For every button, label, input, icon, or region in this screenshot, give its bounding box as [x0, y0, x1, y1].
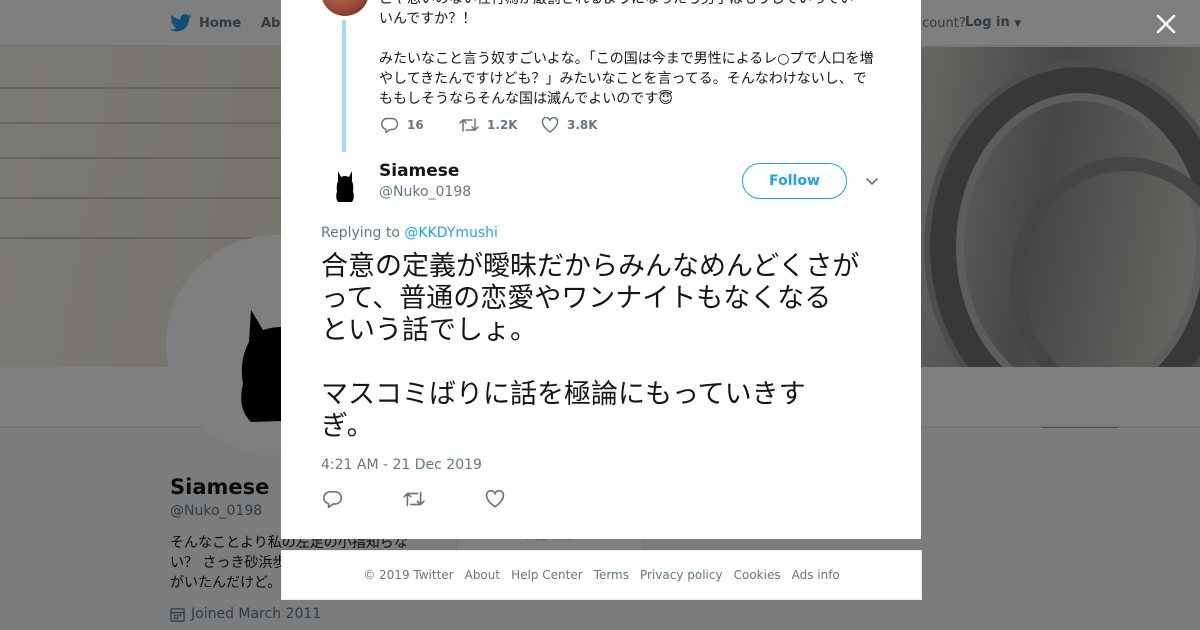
tweet-text-line: マスコミばりに話を極論にもっていきす [321, 379, 806, 410]
retweet-icon [459, 118, 479, 132]
smiling-halo-emoji: 😇 [658, 91, 673, 107]
tweet-modal: こや思いのない性行為が厳罰されるようになったら男子はもうしていってい いんですか… [281, 0, 921, 539]
thread-connector [342, 20, 346, 152]
chevron-down-icon [866, 178, 878, 185]
like-count: 3.8K [567, 118, 598, 132]
tweet-text: 合意の定義が曖昧だからみんなめんどくさが って、普通の恋愛やワンナイトもなくなる… [321, 251, 891, 443]
retweet-count: 1.2K [487, 118, 518, 132]
replying-prefix: Replying to [321, 225, 400, 241]
parent-tweet-line-last: ももしそうならそんな国は滅んでよいのです😇 [379, 89, 889, 109]
footer-ads-link[interactable]: Ads info [792, 568, 840, 582]
footer-copyright: © 2019 Twitter [363, 568, 454, 582]
follow-button[interactable]: Follow [742, 163, 847, 199]
modal-footer: © 2019 Twitter About Help Center Terms P… [281, 550, 922, 600]
heart-icon [541, 117, 559, 133]
reply-count: 16 [407, 118, 424, 132]
footer-help-link[interactable]: Help Center [511, 568, 583, 582]
footer-cookies-link[interactable]: Cookies [734, 568, 781, 582]
parent-tweet-line: やしてきたんですけども？」みたいなことを言ってる。そんなわけないし、で [379, 71, 867, 87]
close-button[interactable] [1152, 10, 1180, 38]
parent-tweet-text: こや思いのない性行為が厳罰されるようになったら男子はもうしていってい いんですか… [379, 0, 889, 109]
parent-tweet-line: みたいなこと言う奴すごいよな。「この国は今まで男性によるレ○プで人口を増 [379, 51, 874, 67]
footer-terms-link[interactable]: Terms [594, 568, 629, 582]
black-cat-icon [336, 171, 354, 202]
tweet-options-button[interactable] [864, 173, 880, 189]
parent-tweet-line: ももしそうならそんな国は滅んでよいのです [379, 91, 659, 107]
like-button[interactable] [485, 489, 505, 512]
reply-button[interactable] [323, 490, 343, 512]
retweet-button[interactable] [403, 490, 425, 512]
close-icon [1156, 14, 1176, 34]
replying-to: Replying to @KKDYmushi [321, 225, 498, 241]
author-avatar[interactable] [321, 158, 369, 206]
parent-tweet-actions: 16 1.2K 3.8K [381, 117, 598, 133]
author-handle[interactable]: @Nuko_0198 [379, 184, 471, 200]
tweet-text-line: 合意の定義が曖昧だからみんなめんどくさが [321, 251, 860, 282]
tweet-actions [323, 489, 505, 512]
tweet-timestamp[interactable]: 4:21 AM - 21 Dec 2019 [321, 457, 482, 473]
reply-icon [381, 117, 399, 133]
author-name[interactable]: Siamese [379, 161, 459, 181]
tweet-text-line: って、普通の恋愛やワンナイトもなくなる [321, 283, 832, 314]
retweet-icon [403, 491, 425, 507]
parent-like-action[interactable]: 3.8K [541, 117, 598, 133]
parent-tweet-line: こや思いのない性行為が厳罰されるようになったら男子はもうしていってい [379, 0, 889, 9]
tweet-text-line: ぎ。 [321, 411, 374, 442]
replying-handle-link[interactable]: @KKDYmushi [404, 225, 498, 241]
tweet-text-line: という話でしょ。 [321, 315, 537, 346]
parent-reply-action[interactable]: 16 [381, 117, 459, 133]
reply-icon [323, 490, 343, 509]
heart-icon [485, 489, 505, 508]
parent-retweet-action[interactable]: 1.2K [459, 117, 541, 133]
parent-tweet-line: いんですか？！ [379, 11, 477, 27]
footer-about-link[interactable]: About [465, 568, 500, 582]
parent-author-avatar[interactable] [321, 0, 369, 16]
footer-privacy-link[interactable]: Privacy policy [640, 568, 723, 582]
